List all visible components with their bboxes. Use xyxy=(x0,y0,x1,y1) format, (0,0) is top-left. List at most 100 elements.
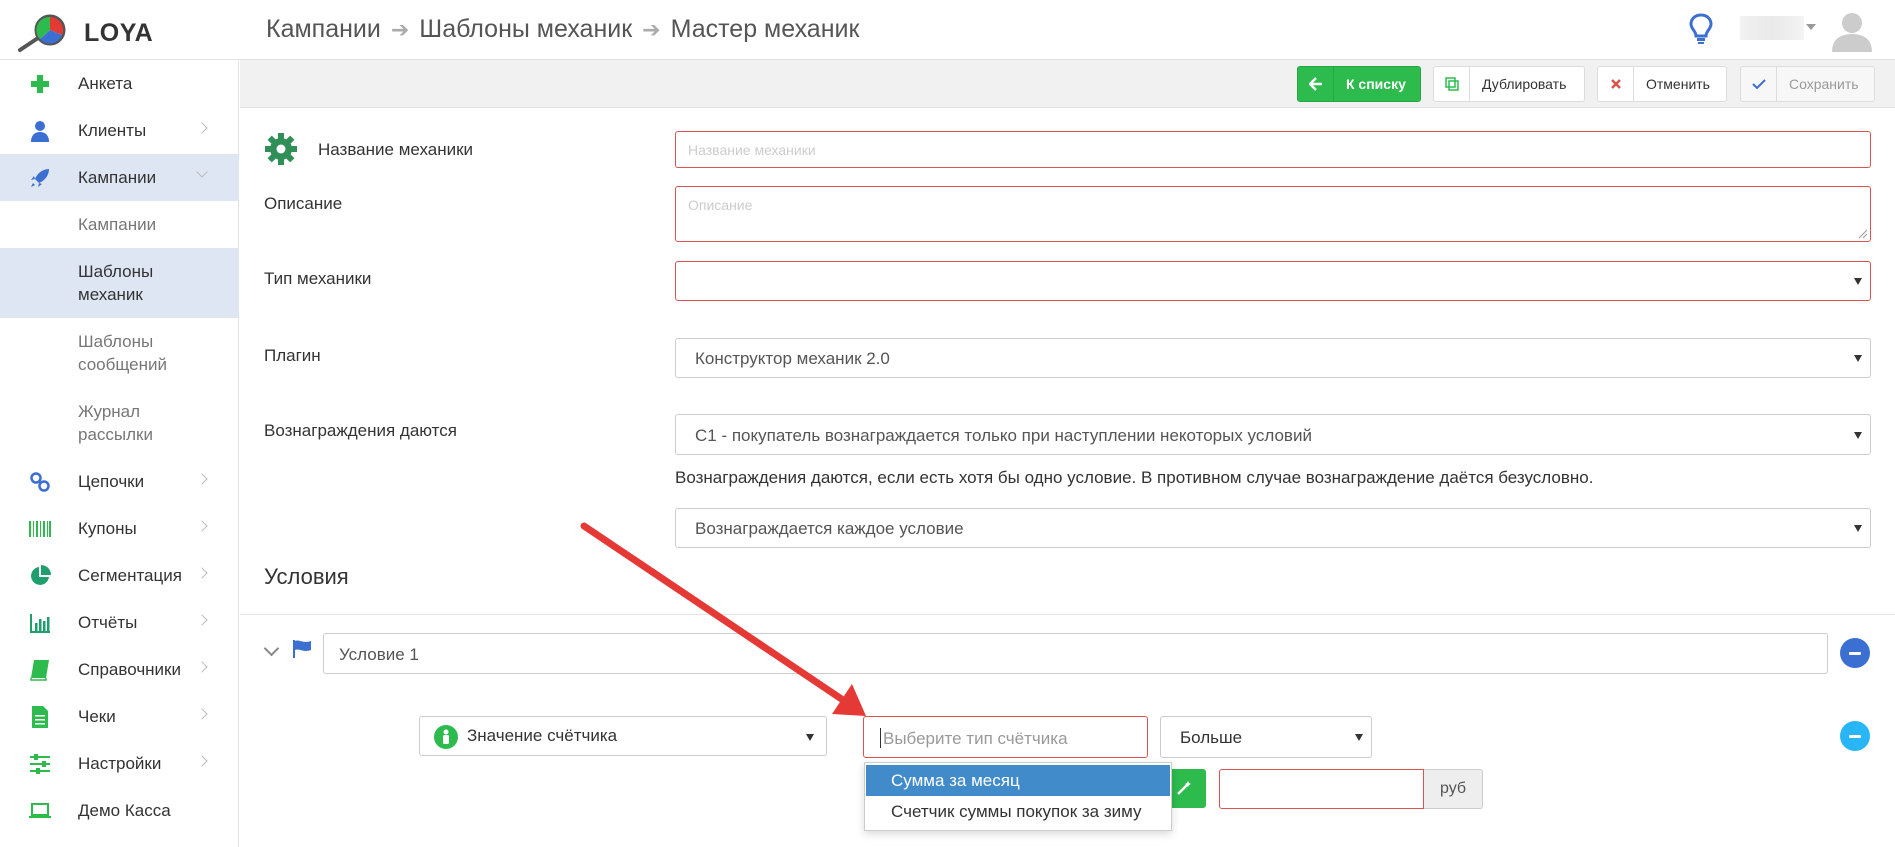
rewards-mode-value: Вознаграждается каждое условие xyxy=(695,519,964,538)
comparison-value: Больше xyxy=(1180,728,1243,747)
save-button[interactable]: Сохранить xyxy=(1740,66,1875,102)
counter-value-select[interactable]: Значение счётчика xyxy=(419,716,827,756)
barcode-icon xyxy=(29,521,51,537)
dropdown-option[interactable]: Сумма за месяц xyxy=(866,765,1170,796)
description-label: Описание xyxy=(264,194,343,213)
sidebar-item-label: Анкета xyxy=(78,73,133,93)
sidebar-item-reports[interactable]: Отчёты xyxy=(0,599,239,646)
sidebar-item-segmentation[interactable]: Сегментация xyxy=(0,552,239,599)
magic-wand-icon xyxy=(1177,781,1191,795)
sidebar-item-campaigns[interactable]: Кампании xyxy=(0,154,239,201)
condition-name-value: Условие 1 xyxy=(339,645,419,664)
user-menu[interactable] xyxy=(1740,16,1804,40)
sidebar-subitem-campaigns[interactable]: Кампании xyxy=(0,201,239,248)
document-icon xyxy=(32,706,48,728)
sidebar-subitem-label: Кампании xyxy=(78,215,157,234)
caret-down-icon xyxy=(1355,734,1363,741)
sidebar-item-questionnaire[interactable]: Анкета xyxy=(0,60,239,107)
cancel-label: Отменить xyxy=(1646,76,1710,92)
counter-value-label: Значение счётчика xyxy=(467,726,618,745)
condition-name-input[interactable]: Условие 1 xyxy=(323,633,1828,674)
sidebar-subitem-mechanic-templates[interactable]: Шаблоны механик xyxy=(0,248,239,318)
mechanic-name-label: Название механики xyxy=(318,140,474,159)
lightbulb-icon[interactable] xyxy=(1688,12,1714,51)
chevron-right-icon xyxy=(196,614,208,626)
sidebar-subitem-label: Журнал рассылки xyxy=(78,402,153,444)
breadcrumb: Кампании ➔ Шаблоны механик ➔ Мастер меха… xyxy=(266,15,859,44)
plus-icon xyxy=(31,75,49,93)
chevron-down-icon[interactable] xyxy=(1806,24,1816,30)
flag-icon xyxy=(293,640,311,658)
close-icon xyxy=(1598,67,1634,101)
sidebar-item-label: Отчёты xyxy=(78,612,138,632)
rocket-icon xyxy=(31,169,49,187)
dropdown-option-label: Сумма за месяц xyxy=(891,771,1020,790)
rewards-mode-select[interactable]: Вознаграждается каждое условие xyxy=(675,508,1871,548)
link-icon xyxy=(30,472,50,492)
chevron-right-icon xyxy=(196,473,208,485)
sidebar-item-clients[interactable]: Клиенты xyxy=(0,107,239,154)
back-to-list-button[interactable]: К списку xyxy=(1297,66,1421,102)
book-icon xyxy=(30,660,49,681)
plugin-select[interactable]: Конструктор механик 2.0 xyxy=(675,338,1871,378)
avatar[interactable] xyxy=(1830,8,1874,57)
mechanic-name-input[interactable]: Название механики xyxy=(675,131,1871,168)
laptop-icon xyxy=(29,803,51,818)
caret-down-icon xyxy=(1854,355,1862,362)
arrow-right-icon: ➔ xyxy=(642,16,661,42)
sidebar-item-demo-cash[interactable]: Демо Касса xyxy=(0,787,239,834)
currency-addon: руб xyxy=(1424,769,1483,809)
breadcrumb-item[interactable]: Шаблоны механик xyxy=(419,15,632,44)
minus-icon xyxy=(1849,651,1861,655)
rewards-select[interactable]: C1 - покупатель вознаграждается только п… xyxy=(675,414,1871,455)
check-icon xyxy=(1741,67,1777,101)
description-placeholder: Описание xyxy=(688,197,753,213)
sidebar-subitem-mailing-log[interactable]: Журнал рассылки xyxy=(0,388,239,458)
counter-type-input[interactable]: Выберите тип счётчика xyxy=(863,716,1148,758)
chevron-right-icon xyxy=(196,122,208,134)
rewards-hint: Вознаграждения даются, если есть хотя бы… xyxy=(675,468,1594,487)
mechanic-type-select[interactable] xyxy=(675,261,1871,301)
sidebar-item-directories[interactable]: Справочники xyxy=(0,646,239,693)
breadcrumb-item: Мастер механик xyxy=(670,15,860,43)
logo[interactable]: LOYA xyxy=(18,10,218,54)
counter-type-dropdown: Сумма за месяц Счетчик суммы покупок за … xyxy=(864,762,1172,831)
save-label: Сохранить xyxy=(1789,76,1859,92)
arrow-right-icon: ➔ xyxy=(390,16,410,42)
sidebar-item-label: Цепочки xyxy=(78,471,145,491)
sidebar-item-chains[interactable]: Цепочки xyxy=(0,458,239,505)
caret-down-icon xyxy=(1854,525,1862,532)
sidebar-subitem-message-templates[interactable]: Шаблоны сообщений xyxy=(0,318,239,388)
chevron-right-icon xyxy=(196,661,208,673)
sliders-icon xyxy=(30,754,50,774)
resize-handle-icon[interactable] xyxy=(1858,229,1868,239)
cancel-button[interactable]: Отменить xyxy=(1597,66,1727,102)
description-textarea[interactable]: Описание xyxy=(675,186,1871,242)
amount-input[interactable] xyxy=(1219,769,1424,809)
duplicate-button[interactable]: Дублировать xyxy=(1433,66,1585,102)
counter-type-placeholder: Выберите тип счётчика xyxy=(883,729,1068,748)
duplicate-label: Дублировать xyxy=(1482,76,1567,92)
sidebar-item-label: Демо Касса xyxy=(78,800,171,820)
sidebar-item-settings[interactable]: Настройки xyxy=(0,740,239,787)
chevron-right-icon xyxy=(196,520,208,532)
bar-chart-icon xyxy=(30,614,50,633)
collapse-chevron-icon[interactable] xyxy=(263,640,280,657)
remove-rule-button[interactable] xyxy=(1840,721,1870,751)
rewards-value: C1 - покупатель вознаграждается только п… xyxy=(695,426,1312,445)
sidebar-item-label: Кампании xyxy=(78,167,157,187)
caret-down-icon xyxy=(1854,432,1862,439)
pie-chart-icon xyxy=(31,565,51,585)
plugin-value: Конструктор механик 2.0 xyxy=(695,349,890,368)
comparison-select[interactable]: Больше xyxy=(1160,716,1372,758)
dropdown-option[interactable]: Счетчик суммы покупок за зиму xyxy=(866,796,1170,827)
sidebar-item-label: Сегментация xyxy=(78,565,182,585)
sidebar-item-coupons[interactable]: Купоны xyxy=(0,505,239,552)
sidebar-item-receipts[interactable]: Чеки xyxy=(0,693,239,740)
plugin-label: Плагин xyxy=(264,346,321,365)
breadcrumb-item[interactable]: Кампании xyxy=(266,15,381,44)
app-name: LOYA xyxy=(84,19,154,47)
chevron-right-icon xyxy=(196,567,208,579)
sidebar-item-label: Чеки xyxy=(78,706,116,726)
remove-condition-button[interactable] xyxy=(1840,638,1870,668)
